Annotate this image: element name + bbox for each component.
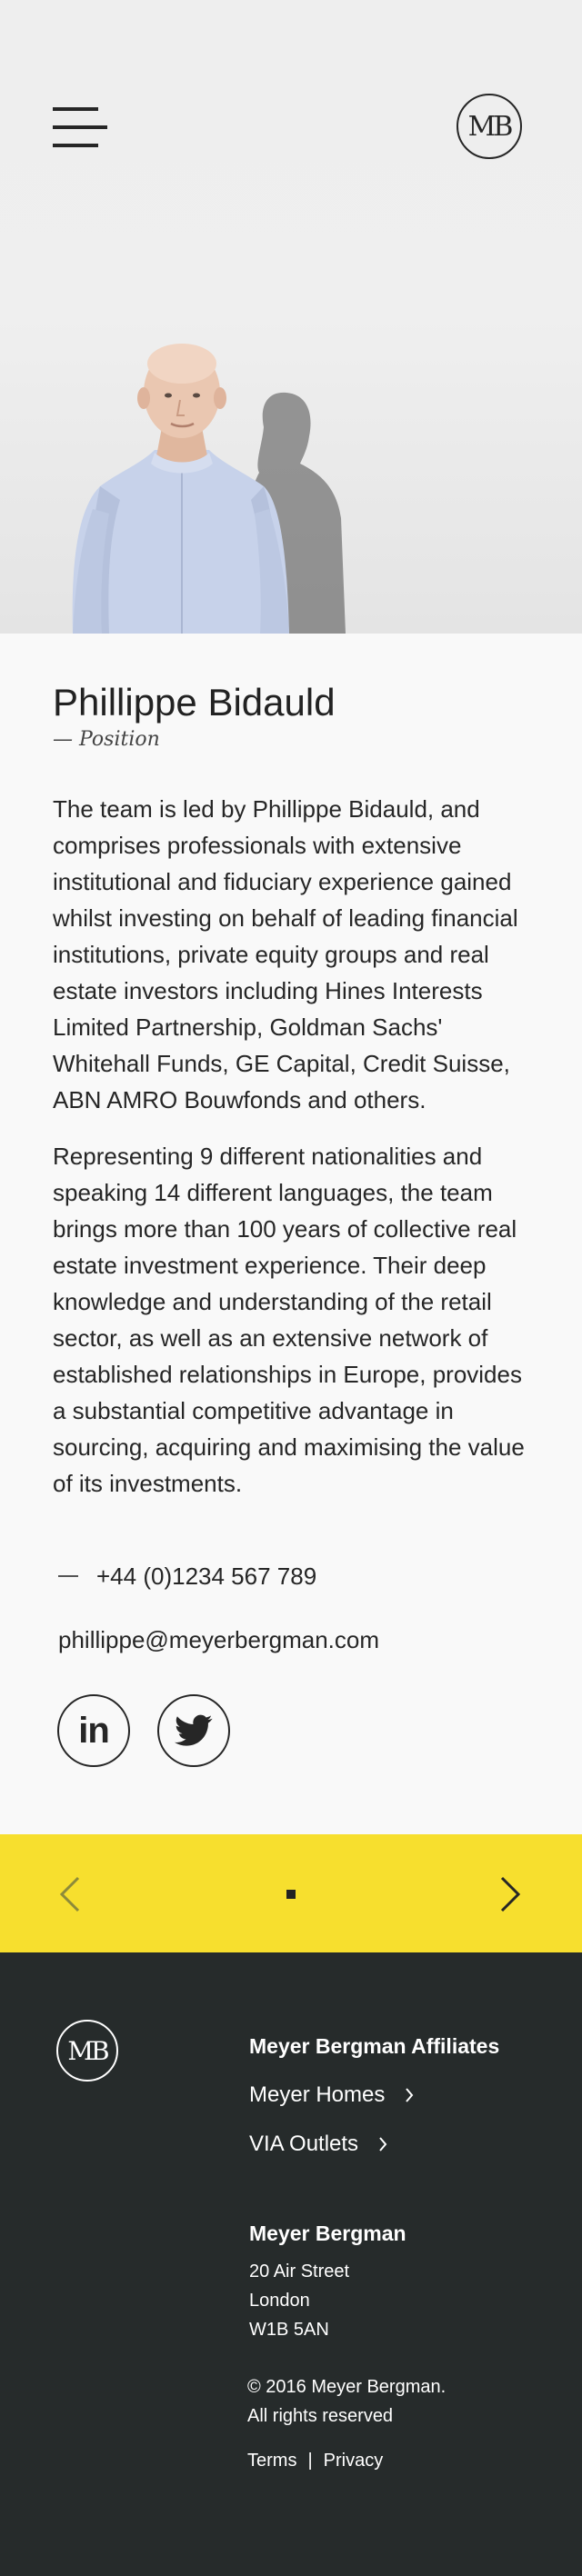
company-block: Meyer Bergman 20 Air Street London W1B 5… (249, 2222, 406, 2344)
chevron-left-icon[interactable] (53, 1874, 89, 1914)
meyer-bergman-logo[interactable]: MB (457, 94, 522, 159)
portrait-photo (72, 344, 346, 634)
footer: MB Meyer Bergman Affiliates Meyer Homes … (0, 1952, 582, 2576)
chevron-right-icon (379, 2137, 387, 2152)
address-line: London (249, 2291, 310, 2311)
chevron-right-icon (406, 2088, 414, 2102)
menu-line (53, 144, 98, 147)
linkedin-icon: in (78, 1710, 110, 1751)
person-name: Phillippe Bidauld (53, 681, 336, 724)
social-links: in (53, 1694, 529, 1767)
legal-links: Terms | Privacy (247, 2451, 383, 2471)
copyright-line: © 2016 Meyer Bergman. (247, 2377, 447, 2397)
twitter-icon (175, 1714, 213, 1746)
affiliate-link-via-outlets[interactable]: VIA Outlets (249, 2132, 499, 2157)
hamburger-menu-icon[interactable] (53, 107, 107, 149)
affiliates-block: Meyer Bergman Affiliates Meyer Homes VIA… (249, 2034, 499, 2157)
menu-line (53, 125, 107, 129)
address-line: 20 Air Street (249, 2261, 350, 2281)
chevron-right-icon[interactable] (491, 1874, 527, 1914)
affiliate-link-meyer-homes[interactable]: Meyer Homes (249, 2082, 499, 2108)
affiliate-label: Meyer Homes (249, 2082, 386, 2107)
phone-number[interactable]: +44 (0)1234 567 789 (96, 1563, 316, 1591)
bio-section: Phillippe Bidauld — Position The team is… (0, 634, 582, 1767)
footer-logo[interactable]: MB (56, 2020, 118, 2082)
hero-section: MB (0, 0, 582, 634)
terms-link[interactable]: Terms (247, 2451, 296, 2471)
phone-row[interactable]: +44 (0)1234 567 789 (58, 1558, 529, 1594)
profile-pager (0, 1834, 582, 1952)
bio-paragraph: Representing 9 different nationalities a… (53, 1143, 525, 1497)
company-address: 20 Air Street London W1B 5AN (249, 2257, 406, 2344)
contact-details: +44 (0)1234 567 789 phillippe@meyerbergm… (53, 1558, 529, 1658)
company-heading: Meyer Bergman (249, 2222, 406, 2245)
person-position: — Position (53, 728, 160, 751)
affiliate-label: VIA Outlets (249, 2132, 359, 2156)
copyright-line: All rights reserved (247, 2406, 394, 2426)
email-link[interactable]: phillippe@meyerbergman.com (58, 1622, 529, 1658)
menu-line (53, 107, 98, 111)
copyright: © 2016 Meyer Bergman. All rights reserve… (247, 2372, 446, 2431)
privacy-link[interactable]: Privacy (324, 2451, 384, 2471)
bio-paragraph: The team is led by Phillippe Bidauld, an… (53, 795, 518, 1113)
address-line: W1B 5AN (249, 2320, 329, 2340)
dash-icon (58, 1575, 78, 1577)
affiliates-heading: Meyer Bergman Affiliates (249, 2034, 500, 2058)
legal-separator: | (307, 2451, 313, 2471)
linkedin-button[interactable]: in (57, 1694, 130, 1767)
twitter-button[interactable] (157, 1694, 230, 1767)
pager-indicator (286, 1890, 296, 1899)
